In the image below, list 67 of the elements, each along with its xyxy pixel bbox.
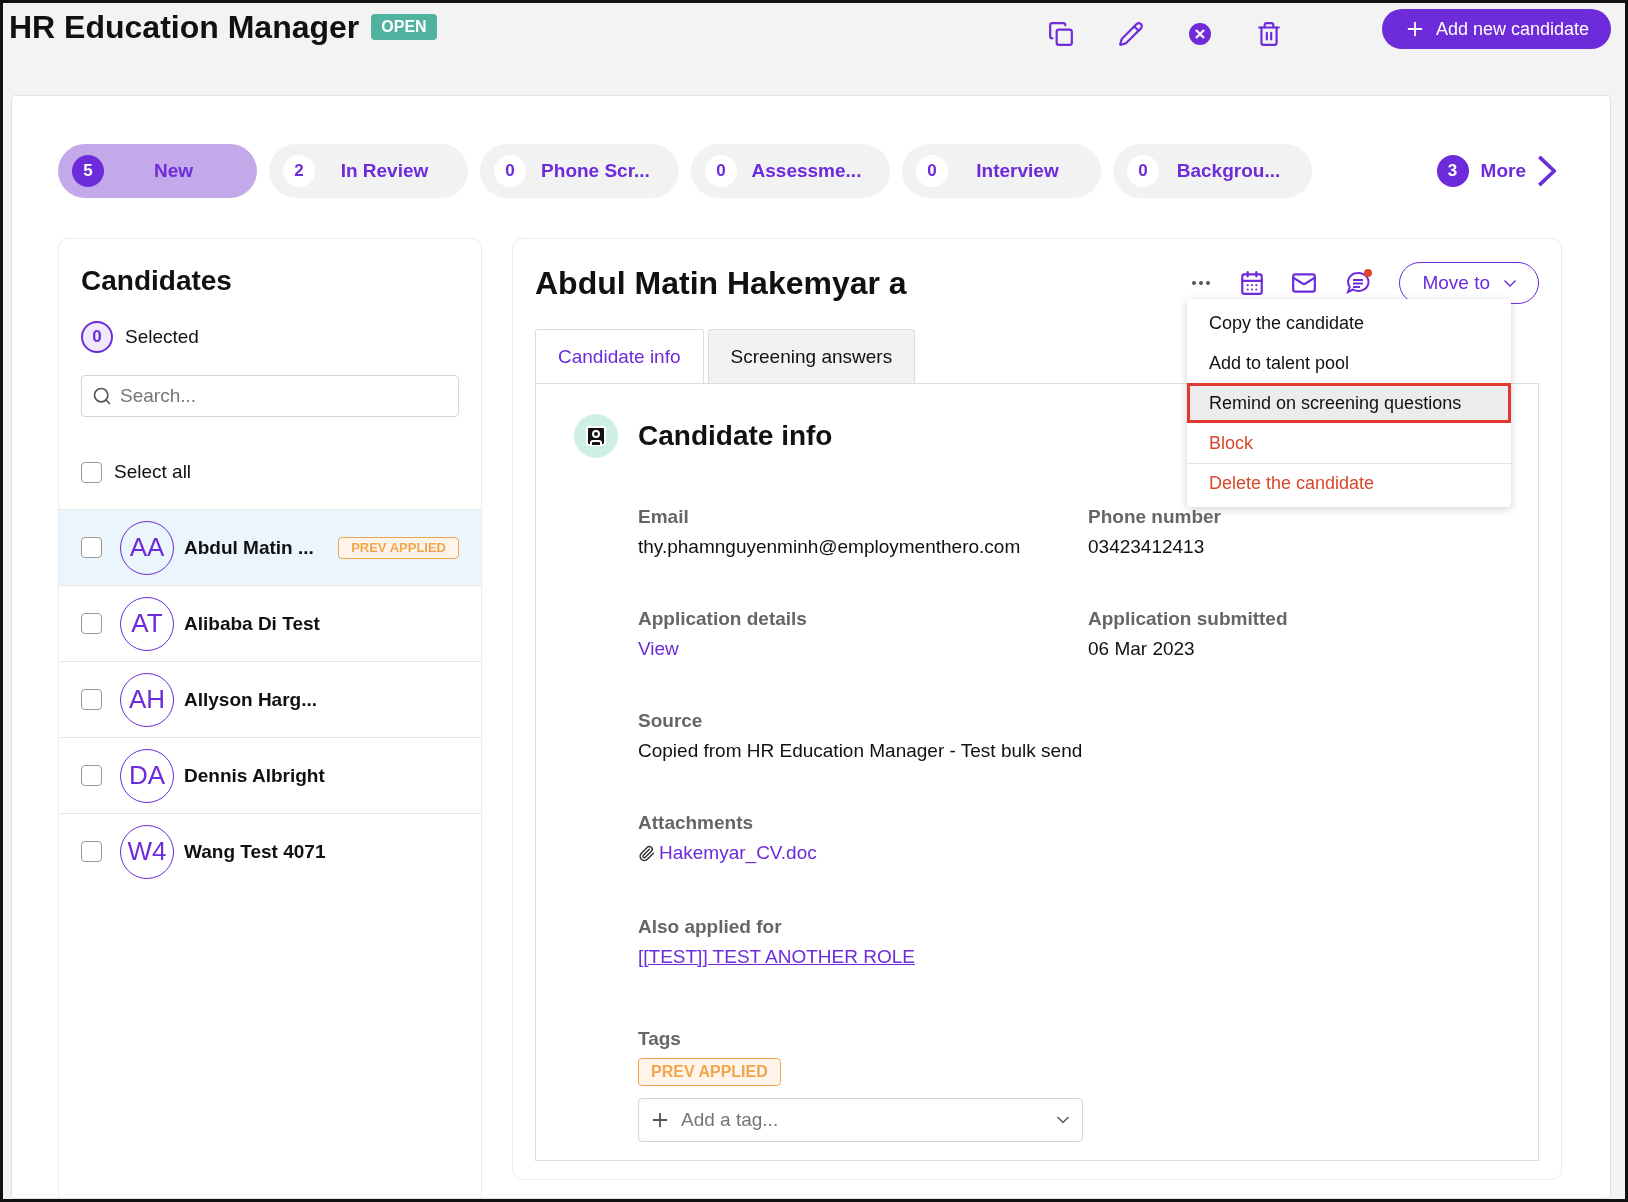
field-value: 06 Mar 2023: [1088, 638, 1196, 660]
select-all-label: Select all: [114, 461, 192, 483]
candidate-name: Wang Test 4071: [184, 840, 326, 863]
menu-item[interactable]: Add to talent pool: [1187, 343, 1511, 383]
field-value: thy.phamnguyenminh@employmenthero.com: [638, 536, 1022, 558]
menu-item[interactable]: Copy the candidate: [1187, 303, 1511, 343]
more-stages-button[interactable]: 3 More: [1430, 154, 1562, 188]
checkbox[interactable]: [81, 461, 102, 483]
selected-label: Selected: [125, 326, 199, 348]
paperclip-icon: [638, 844, 655, 862]
menu-item[interactable]: Block: [1187, 423, 1511, 463]
candidate-name: Abdul Matin ...: [184, 536, 314, 559]
checkbox[interactable]: [81, 765, 102, 786]
candidate-name-title: Abdul Matin Hakemyar a: [535, 264, 907, 302]
add-candidate-button[interactable]: Add new candidate: [1381, 9, 1611, 49]
field-value: Copied from HR Education Manager - Test bulk send: [638, 740, 1084, 762]
candidate-name: Allyson Harg...: [184, 688, 318, 711]
edit-icon[interactable]: [1117, 21, 1144, 47]
move-to-button[interactable]: Move to: [1399, 262, 1539, 304]
tag-badge: PREV APPLIED: [638, 1057, 781, 1086]
mail-icon[interactable]: [1291, 270, 1318, 296]
search-icon: [92, 386, 112, 406]
add-tag-field[interactable]: Add a tag...: [638, 1097, 1083, 1142]
checkbox[interactable]: [81, 537, 102, 558]
section-title: Candidate info: [638, 420, 833, 452]
delete-icon[interactable]: [1255, 21, 1282, 47]
close-circle-icon[interactable]: [1187, 22, 1212, 46]
selected-count: 0: [81, 321, 113, 353]
checkbox[interactable]: [81, 613, 102, 634]
stage-tab[interactable]: 0 Assessme...: [691, 144, 890, 198]
candidate-name: Dennis Albright: [184, 764, 325, 787]
field-label: Application submitted: [1088, 608, 1289, 630]
copy-icon[interactable]: [1047, 21, 1074, 47]
stage-tab[interactable]: 0 Phone Scr...: [480, 144, 679, 198]
calendar-icon[interactable]: [1239, 270, 1266, 296]
chevron-down-icon: [1057, 1116, 1069, 1123]
field-label: Tags: [638, 1027, 682, 1050]
checkbox[interactable]: [81, 841, 102, 862]
chevron-down-icon: [1504, 279, 1516, 287]
chevron-right-icon: [1538, 155, 1556, 187]
menu-item[interactable]: Delete the candidate: [1187, 463, 1511, 503]
candidate-name: Alibaba Di Test: [184, 612, 320, 635]
view-link[interactable]: View: [638, 638, 679, 660]
stage-tab[interactable]: 5 New: [58, 144, 257, 198]
attachment-link[interactable]: Hakemyar_CV.doc: [638, 842, 817, 864]
role-link[interactable]: [[TEST]] TEST ANOTHER ROLE: [638, 945, 915, 968]
search-field[interactable]: Search...: [81, 375, 459, 417]
status-badge: OPEN: [371, 14, 437, 40]
stage-tab[interactable]: 2 In Review: [269, 144, 468, 198]
tab[interactable]: Screening answers: [707, 329, 916, 383]
page-title: HR Education Manager: [9, 9, 360, 46]
menu-item[interactable]: Remind on screening questions: [1187, 383, 1511, 423]
field-label: Source: [638, 710, 704, 732]
checkbox[interactable]: [81, 689, 102, 710]
field-label: Also applied for: [638, 915, 783, 938]
field-label: Attachments: [638, 812, 755, 834]
tab[interactable]: Candidate info: [535, 329, 704, 383]
stage-tab[interactable]: 0 Interview: [902, 144, 1101, 198]
tag-badge: PREV APPLIED: [338, 536, 459, 559]
field-label: Email: [638, 506, 690, 528]
contact-card-icon: [574, 414, 618, 458]
field-label: Application details: [638, 608, 808, 630]
panel-title: Candidates: [81, 265, 233, 297]
candidate-row[interactable]: AA Abdul Matin ... PREV APPLIED: [59, 509, 481, 585]
field-label: Phone number: [1088, 506, 1222, 528]
stage-tab[interactable]: 0 Backgrou...: [1113, 144, 1312, 198]
field-value: 03423412413: [1088, 536, 1206, 558]
